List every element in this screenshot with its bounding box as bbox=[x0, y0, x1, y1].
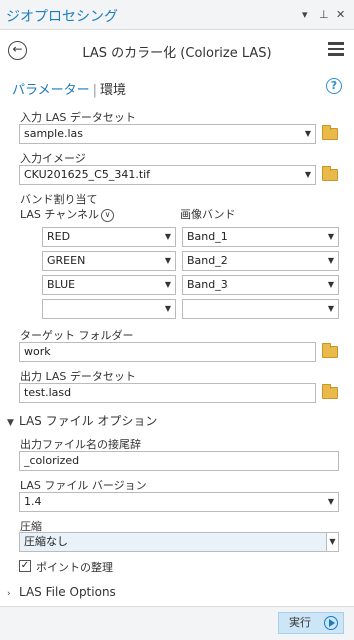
las-channel-header: LAS チャンネル ∨ bbox=[20, 206, 115, 222]
browse-folder-icon[interactable] bbox=[322, 343, 338, 358]
chevron-down-icon: ▼ bbox=[164, 280, 171, 289]
tool-title: LAS のカラー化 (Colorize LAS) bbox=[82, 46, 272, 61]
rearrange-points-label: ポイントの整理 bbox=[36, 561, 113, 574]
browse-folder-icon[interactable] bbox=[322, 384, 338, 399]
pin-icon[interactable]: ⊥ bbox=[319, 8, 329, 21]
image-band-dropdown[interactable]: Band_2 ▼ bbox=[182, 251, 339, 271]
help-icon[interactable]: ? bbox=[326, 78, 342, 94]
chevron-down-icon: ▼ bbox=[327, 280, 334, 289]
chevron-down-icon: ▼ bbox=[327, 304, 334, 313]
rearrange-points-checkbox[interactable]: ✓ bbox=[19, 560, 31, 572]
browse-folder-icon[interactable] bbox=[322, 125, 338, 140]
tool-header: ← LAS のカラー化 (Colorize LAS) bbox=[0, 30, 354, 70]
back-arrow-icon[interactable]: ← bbox=[8, 41, 27, 60]
input-image-dropdown[interactable]: CKU201625_C5_341.tif ▼ bbox=[19, 165, 316, 185]
caret-right-icon: › bbox=[7, 589, 11, 599]
footer-bar: 実行 bbox=[0, 606, 354, 640]
tab-parameters[interactable]: パラメーター bbox=[12, 83, 90, 98]
compression-dropdown[interactable]: 圧縮なし ▼ bbox=[19, 532, 339, 552]
close-icon[interactable]: ✕ bbox=[336, 8, 345, 21]
tab-environments[interactable]: 環境 bbox=[100, 83, 126, 98]
las-version-dropdown[interactable]: 1.4 ▼ bbox=[19, 492, 339, 512]
chevron-down-icon: ▼ bbox=[327, 232, 334, 241]
pane-options-icon[interactable]: ▾ bbox=[302, 8, 308, 21]
hamburger-menu-icon[interactable] bbox=[328, 42, 344, 59]
chevron-down-icon: ▼ bbox=[327, 497, 334, 506]
pane-titlebar: ジオプロセシング ▾ ⊥ ✕ bbox=[0, 0, 354, 30]
output-las-input[interactable]: test.lasd bbox=[19, 383, 316, 403]
suffix-label: 出力ファイル名の接尾辞 bbox=[20, 438, 141, 451]
input-image-value: CKU201625_C5_341.tif bbox=[24, 168, 151, 181]
image-band-dropdown[interactable]: Band_1 ▼ bbox=[182, 227, 339, 247]
pane-title: ジオプロセシング bbox=[6, 9, 118, 25]
tab-bar: パラメーター | 環境 bbox=[12, 83, 127, 98]
chevron-down-icon: ▼ bbox=[304, 170, 311, 179]
las-channel-dropdown[interactable]: GREEN ▼ bbox=[42, 251, 176, 271]
input-las-dropdown[interactable]: sample.las ▼ bbox=[19, 124, 316, 144]
chevron-down-icon[interactable]: ∨ bbox=[101, 208, 115, 222]
las-channel-dropdown[interactable]: ▼ bbox=[42, 299, 176, 319]
las-version-label: LAS ファイル バージョン bbox=[20, 479, 147, 492]
band-assignment-label: バンド割り当て bbox=[20, 193, 98, 206]
input-image-label: 入力イメージ bbox=[20, 152, 86, 165]
las-file-options-section-header[interactable]: ▼ LAS ファイル オプション bbox=[7, 412, 157, 429]
caret-down-icon: ▼ bbox=[7, 418, 14, 428]
image-band-header: 画像バンド bbox=[180, 208, 236, 221]
chevron-down-icon: ▼ bbox=[164, 304, 171, 313]
target-folder-label: ターゲット フォルダー bbox=[20, 329, 134, 342]
browse-folder-icon[interactable] bbox=[322, 166, 338, 181]
las-file-options-collapsed-header[interactable]: › LAS File Options bbox=[7, 585, 116, 599]
geoprocessing-panel: ← LAS のカラー化 (Colorize LAS) パラメーター | 環境 ? 入… bbox=[0, 30, 354, 640]
image-band-dropdown[interactable]: Band_3 ▼ bbox=[182, 275, 339, 295]
image-band-dropdown[interactable]: ▼ bbox=[182, 299, 339, 319]
suffix-input[interactable]: _colorized bbox=[19, 451, 339, 471]
chevron-down-icon: ▼ bbox=[327, 256, 334, 265]
input-las-label: 入力 LAS データセット bbox=[20, 111, 136, 124]
target-folder-input[interactable]: work bbox=[19, 342, 316, 362]
output-las-label: 出力 LAS データセット bbox=[20, 370, 136, 383]
chevron-down-icon: ▼ bbox=[304, 129, 311, 138]
las-channel-dropdown[interactable]: BLUE ▼ bbox=[42, 275, 176, 295]
chevron-down-icon: ▼ bbox=[326, 533, 338, 551]
chevron-down-icon: ▼ bbox=[164, 256, 171, 265]
play-icon bbox=[324, 616, 338, 630]
run-button[interactable]: 実行 bbox=[278, 612, 344, 634]
chevron-down-icon: ▼ bbox=[164, 232, 171, 241]
las-channel-dropdown[interactable]: RED ▼ bbox=[42, 227, 176, 247]
input-las-value: sample.las bbox=[24, 127, 84, 140]
